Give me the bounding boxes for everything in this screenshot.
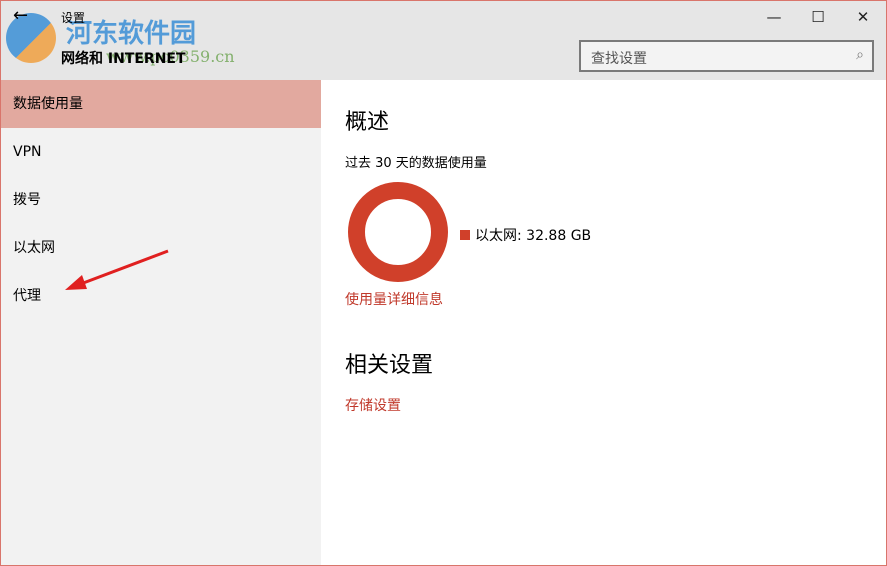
sidebar-item-vpn[interactable]: VPN	[1, 128, 321, 176]
back-button[interactable]: ←	[13, 5, 28, 26]
search-placeholder: 查找设置	[591, 51, 647, 67]
minimize-button[interactable]: —	[752, 3, 796, 31]
usage-donut-slice-ethernet	[348, 182, 448, 282]
maximize-button[interactable]: ☐	[796, 3, 840, 31]
chart-legend: 以太网: 32.88 GB	[460, 225, 591, 245]
app-title: 设置	[61, 11, 86, 25]
storage-settings-link[interactable]: 存储设置	[345, 395, 401, 415]
sidebar: 数据使用量 VPN 拨号 以太网 代理	[1, 80, 321, 565]
related-settings-title: 相关设置	[345, 353, 434, 378]
sidebar-item-data-usage[interactable]: 数据使用量	[1, 80, 321, 128]
close-button[interactable]: ✕	[841, 3, 885, 31]
legend-swatch	[460, 230, 470, 240]
usage-details-link[interactable]: 使用量详细信息	[345, 289, 443, 309]
search-input[interactable]: 查找设置 ⌕	[579, 40, 874, 72]
overview-title: 概述	[345, 110, 390, 135]
annotation-arrow-icon	[65, 249, 169, 290]
usage-caption: 过去 30 天的数据使用量	[345, 156, 487, 171]
search-icon[interactable]: ⌕	[856, 47, 864, 63]
legend-label: 以太网: 32.88 GB	[475, 228, 592, 244]
sidebar-item-dialup[interactable]: 拨号	[1, 176, 321, 224]
section-title: 网络和 INTERNET	[61, 51, 186, 67]
